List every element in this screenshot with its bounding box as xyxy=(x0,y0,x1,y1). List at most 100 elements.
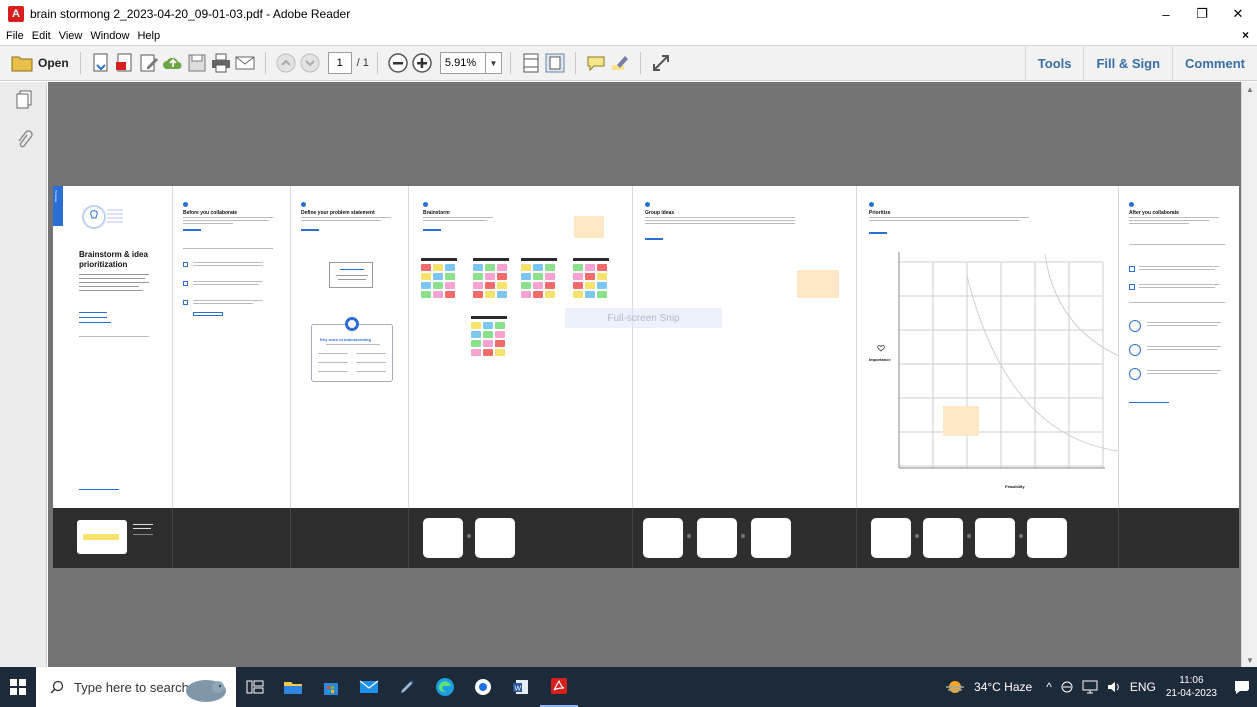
weather-text[interactable]: 34°C Haze xyxy=(974,680,1032,694)
sticky-note xyxy=(433,273,443,280)
adobe-reader-icon xyxy=(551,678,567,694)
sticky-note xyxy=(521,273,531,280)
sticky-note xyxy=(597,264,607,271)
text-line xyxy=(193,262,263,263)
export-pdf-icon[interactable] xyxy=(113,51,137,75)
fill-sign-button[interactable]: Fill & Sign xyxy=(1083,46,1172,80)
close-button[interactable]: ✕ xyxy=(1220,0,1256,28)
section-title: After you collaborate xyxy=(1129,210,1180,216)
text-line xyxy=(1147,370,1221,371)
task-view-button[interactable] xyxy=(236,667,274,707)
tools-button[interactable]: Tools xyxy=(1024,46,1084,80)
toolbar-separator xyxy=(79,52,81,74)
sticky-note xyxy=(497,291,507,298)
taskbar-search-box[interactable]: Type here to search xyxy=(36,667,236,707)
input-language[interactable]: ENG xyxy=(1130,680,1156,694)
menu-file[interactable]: File xyxy=(6,30,24,42)
sticky-note xyxy=(597,282,607,289)
text-line xyxy=(79,312,107,313)
fit-page-icon[interactable] xyxy=(543,51,567,75)
restore-button[interactable]: ❐ xyxy=(1184,0,1220,28)
scroll-up-icon[interactable]: ▲ xyxy=(1242,82,1257,96)
sticky-note xyxy=(545,291,555,298)
print-icon[interactable] xyxy=(209,51,233,75)
create-pdf-icon[interactable] xyxy=(89,51,113,75)
volume-icon[interactable] xyxy=(1106,680,1122,694)
text-line xyxy=(193,265,263,266)
close-document-button[interactable]: × xyxy=(1242,28,1249,42)
adobe-reader-taskbar-button[interactable] xyxy=(540,667,578,707)
page-number-input[interactable]: 1 xyxy=(327,52,352,74)
save-icon[interactable] xyxy=(185,51,209,75)
notepad-button[interactable] xyxy=(388,667,426,707)
clock-time: 11:06 xyxy=(1179,675,1204,686)
previous-page-icon[interactable] xyxy=(274,51,298,75)
edge-browser-button[interactable] xyxy=(426,667,464,707)
next-page-icon[interactable] xyxy=(298,51,322,75)
scroll-down-icon[interactable]: ▼ xyxy=(1242,653,1257,667)
sticky-note xyxy=(545,282,555,289)
sticky-note xyxy=(521,291,531,298)
show-hidden-icons-chevron-icon[interactable]: ^ xyxy=(1046,680,1052,694)
fit-width-icon[interactable] xyxy=(519,51,543,75)
toolbar-separator xyxy=(639,52,641,74)
sticky-note xyxy=(597,291,607,298)
comment-icon[interactable] xyxy=(584,51,608,75)
opportunity-tree-icon xyxy=(1129,368,1141,380)
preview-strip xyxy=(633,508,857,568)
menu-help[interactable]: Help xyxy=(137,30,160,42)
menu-edit[interactable]: Edit xyxy=(32,30,51,42)
sticky-note xyxy=(497,282,507,289)
step-icon xyxy=(423,202,428,207)
comment-button[interactable]: Comment xyxy=(1172,46,1257,80)
mail-button[interactable] xyxy=(350,667,388,707)
section-group-ideas: Group ideas xyxy=(633,186,857,508)
text-line xyxy=(869,220,1019,221)
sticky-note xyxy=(483,322,493,329)
text-line xyxy=(183,220,269,221)
full-screen-icon[interactable] xyxy=(649,51,673,75)
text-line xyxy=(1147,373,1217,374)
plus-icon xyxy=(967,534,971,538)
network-icon[interactable] xyxy=(1082,680,1098,694)
menu-view[interactable]: View xyxy=(59,30,83,42)
zoom-out-icon[interactable] xyxy=(386,51,410,75)
zoom-in-icon[interactable] xyxy=(410,51,434,75)
sticky-note xyxy=(471,331,481,338)
text-line xyxy=(79,489,119,490)
zoom-dropdown-chevron-icon[interactable]: ▼ xyxy=(485,52,502,74)
sticky-note xyxy=(421,291,431,298)
minimize-button[interactable]: – xyxy=(1148,0,1184,28)
email-icon[interactable] xyxy=(233,51,257,75)
chrome-like-browser-button[interactable] xyxy=(464,667,502,707)
start-button[interactable] xyxy=(0,667,36,707)
menu-window[interactable]: Window xyxy=(90,30,129,42)
notification-center-button[interactable]: 2 xyxy=(1227,667,1257,707)
vertical-scrollbar[interactable]: ▲ ▼ xyxy=(1241,82,1257,667)
key-rules-card: Key rules of brainstorming xyxy=(311,317,393,382)
time-tag xyxy=(183,229,201,231)
clock[interactable]: 11:06 21-04-2023 xyxy=(1166,674,1217,700)
microsoft-store-button[interactable] xyxy=(312,667,350,707)
open-button[interactable]: Open xyxy=(10,50,69,76)
zoom-level-input[interactable]: 5.91% xyxy=(439,52,486,74)
strategy-icon xyxy=(1129,320,1141,332)
plus-icon xyxy=(915,534,919,538)
system-tray: 34°C Haze ^ ENG 11:06 21-04-2023 2 xyxy=(944,667,1257,707)
toolbar-separator xyxy=(574,52,576,74)
attachments-paperclip-icon[interactable] xyxy=(15,130,33,150)
highlight-icon[interactable] xyxy=(608,51,632,75)
page-thumbnails-icon[interactable] xyxy=(15,90,33,110)
upload-cloud-icon[interactable] xyxy=(161,51,185,75)
edit-pdf-icon[interactable] xyxy=(137,51,161,75)
file-explorer-button[interactable] xyxy=(274,667,312,707)
sticky-note xyxy=(495,349,505,356)
weather-haze-icon[interactable] xyxy=(944,679,966,695)
preview-thumbnail xyxy=(975,518,1015,558)
task-view-icon xyxy=(246,680,264,694)
text-line xyxy=(869,217,1029,218)
navigation-pane xyxy=(0,82,47,667)
text-line xyxy=(1147,349,1217,350)
meet-now-icon[interactable] xyxy=(1060,680,1074,694)
word-button[interactable]: W xyxy=(502,667,540,707)
